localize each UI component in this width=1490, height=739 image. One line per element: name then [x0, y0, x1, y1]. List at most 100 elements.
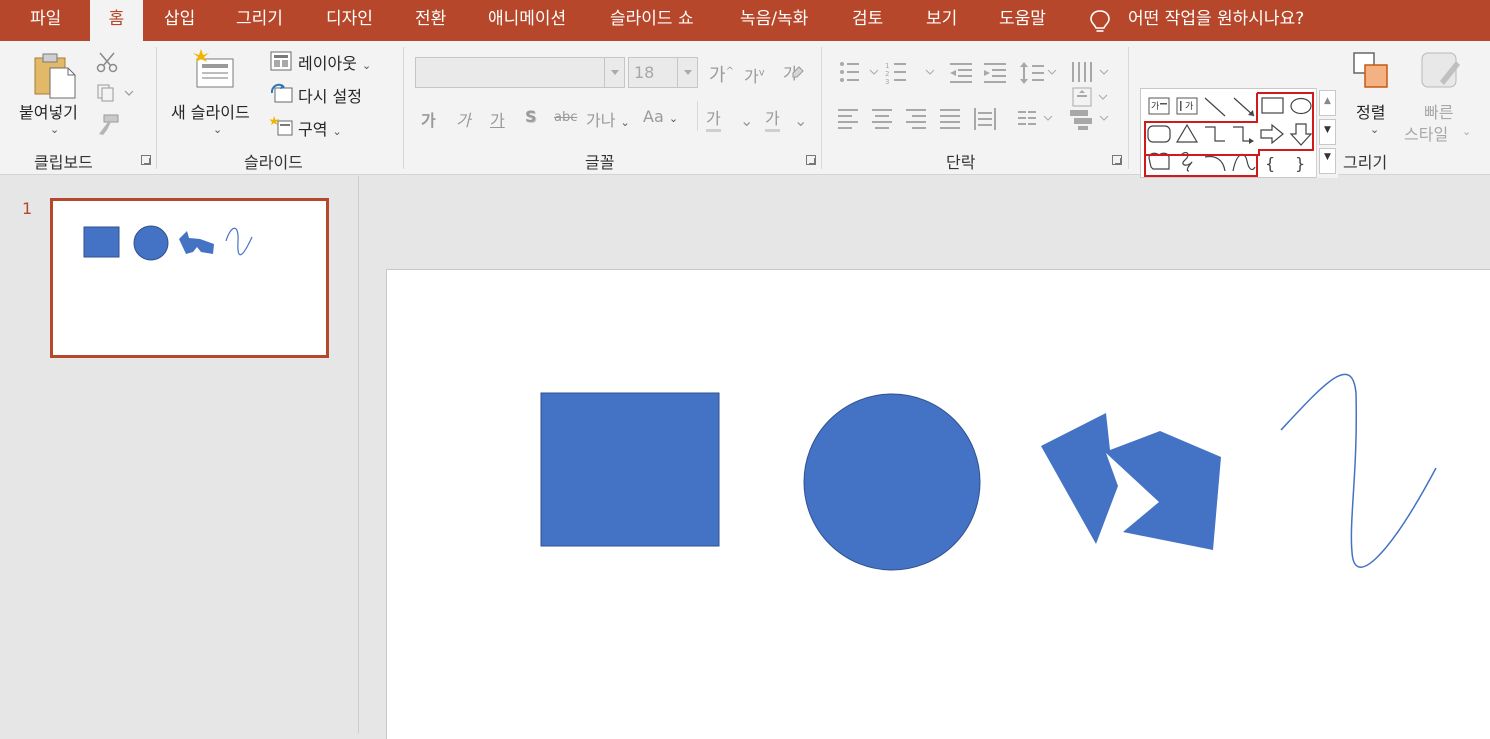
justify-icon [940, 109, 960, 129]
left-brace-icon: { [1265, 154, 1275, 173]
quick-styles-dropdown[interactable]: ⌄ [1462, 125, 1471, 138]
quick-styles-icon [1420, 51, 1464, 95]
change-case-label: Aa [643, 107, 664, 126]
highlight-label: 가 [706, 109, 721, 128]
tab-file[interactable]: 파일 [16, 0, 75, 41]
new-slide-label: 새 슬라이드 [171, 103, 250, 122]
paste-label: 붙여넣기 [19, 103, 78, 122]
tab-home[interactable]: 홈 [90, 0, 143, 41]
ribbon-tab-bar: 파일 홈 삽입 그리기 디자인 전환 애니메이션 슬라이드 쇼 녹음/녹화 검토… [0, 0, 1490, 41]
layout-icon [270, 51, 292, 75]
font-name-dropdown-icon[interactable] [604, 58, 624, 87]
highlight-button[interactable]: 가 [706, 105, 721, 132]
align-center-icon [872, 109, 892, 129]
lightbulb-icon [1090, 10, 1110, 32]
slide-thumbnail-preview [83, 225, 253, 261]
svg-text:가: 가 [1151, 101, 1159, 112]
font-color-dropdown[interactable]: ⌄ [794, 111, 807, 130]
layout-button[interactable]: 레이아웃 ⌄ [298, 50, 371, 74]
reset-button[interactable]: 다시 설정 [298, 83, 362, 107]
section-label: 구역 [298, 120, 328, 139]
layout-label: 레이아웃 [298, 54, 357, 73]
slide-canvas[interactable] [386, 269, 1490, 739]
font-color-button[interactable]: 가 [765, 105, 780, 132]
tab-animations[interactable]: 애니메이션 [474, 0, 580, 41]
font-size-value: 18 [634, 63, 655, 82]
tab-design[interactable]: 디자인 [312, 0, 387, 41]
slide-oval-shape [803, 393, 981, 571]
tab-recording[interactable]: 녹음/녹화 [726, 0, 822, 41]
align-right-icon [906, 109, 926, 129]
arc-icon [1204, 155, 1226, 172]
arrange-button[interactable]: 정렬 [1356, 99, 1385, 123]
shapes-gallery[interactable]: 가 가 { } [1140, 88, 1338, 178]
thumb-rectangle [83, 226, 120, 258]
decrease-indent-icon [950, 63, 972, 83]
clipboard-group-label: 클립보드 [34, 153, 93, 172]
copy-button[interactable] [96, 83, 136, 107]
paragraph-top-row-icons: 123 [840, 62, 1109, 86]
slide-thumbnail[interactable] [50, 198, 329, 358]
numbering-icon: 123 [885, 62, 906, 86]
new-slide-button[interactable] [193, 47, 237, 95]
slide-freeform-shape [1041, 413, 1221, 550]
paste-dropdown[interactable]: ⌄ [50, 123, 59, 136]
arrow-line-icon [1233, 97, 1255, 117]
increase-font-size-button[interactable]: 가^ [709, 61, 734, 87]
font-name-combobox[interactable] [415, 57, 625, 88]
tab-insert[interactable]: 삽입 [150, 0, 209, 41]
gallery-scroll-down-button[interactable]: ▼ [1319, 119, 1336, 145]
group-divider [821, 47, 822, 169]
slides-group-label: 슬라이드 [244, 153, 303, 172]
group-divider [403, 47, 404, 169]
clipboard-launcher-icon[interactable] [141, 155, 151, 165]
text-shadow-button[interactable]: S [525, 107, 537, 126]
svg-text:1: 1 [885, 62, 889, 70]
new-slide-dropdown[interactable]: ⌄ [213, 123, 222, 136]
tab-review[interactable]: 검토 [838, 0, 897, 41]
format-painter-icon [99, 114, 119, 135]
gallery-scroll-up-button[interactable]: ▲ [1319, 90, 1336, 116]
bold-button[interactable]: 가 [421, 107, 436, 131]
section-icon [269, 115, 294, 141]
strikethrough-button[interactable]: abc [554, 110, 577, 125]
tab-slideshow[interactable]: 슬라이드 쇼 [596, 0, 708, 41]
change-case-button[interactable]: Aa ⌄ [643, 107, 678, 126]
clear-formatting-button[interactable]: 가 [783, 60, 804, 84]
font-size-combobox[interactable]: 18 [628, 57, 698, 88]
highlight-dropdown[interactable]: ⌄ [740, 111, 753, 130]
tab-view[interactable]: 보기 [912, 0, 971, 41]
slide-curve-shape [1280, 373, 1437, 568]
paragraph-launcher-icon[interactable] [1112, 155, 1122, 165]
down-arrow-icon [1289, 123, 1313, 146]
slide-rectangle-shape [540, 392, 720, 547]
group-divider [697, 101, 698, 131]
increase-indent-icon [984, 63, 1006, 83]
thumb-freeform [179, 231, 214, 254]
group-divider [156, 47, 157, 169]
font-size-dropdown-icon[interactable] [677, 58, 697, 87]
svg-text:가: 가 [1185, 101, 1193, 112]
section-button[interactable]: 구역 ⌄ [298, 116, 342, 140]
font-group-label: 글꼴 [585, 153, 615, 172]
underline-button[interactable]: 가 [490, 107, 505, 131]
gallery-more-button[interactable]: ▼ [1319, 148, 1336, 174]
tab-help[interactable]: 도움말 [985, 0, 1060, 41]
italic-button[interactable]: 가 [456, 107, 471, 131]
paragraph-group-label: 단락 [946, 153, 976, 172]
tell-me-text: 어떤 작업을 원하시나요? [1128, 9, 1305, 29]
gallery-scrollbar: ▲ ▼ ▼ [1316, 88, 1338, 178]
paste-button[interactable] [32, 52, 78, 104]
tab-draw[interactable]: 그리기 [222, 0, 297, 41]
line-spacing-icon [1020, 62, 1044, 84]
arrange-dropdown[interactable]: ⌄ [1370, 123, 1379, 136]
thumb-curve [225, 227, 253, 256]
format-painter-button[interactable] [96, 113, 120, 141]
cut-button[interactable] [96, 51, 118, 77]
character-spacing-button[interactable]: 가나 ⌄ [586, 107, 630, 131]
distributed-icon [974, 108, 996, 130]
svg-text:3: 3 [885, 78, 889, 86]
decrease-font-size-button[interactable]: 가v [744, 63, 765, 87]
tab-transitions[interactable]: 전환 [401, 0, 460, 41]
font-launcher-icon[interactable] [806, 155, 816, 165]
